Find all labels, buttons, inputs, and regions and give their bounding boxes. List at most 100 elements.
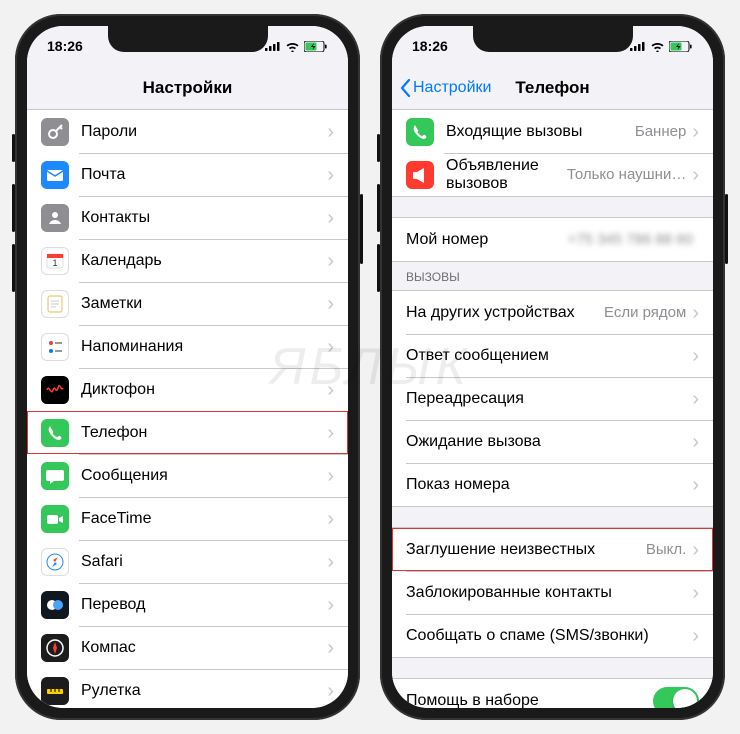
cell-диктофон[interactable]: Диктофон› <box>27 368 348 411</box>
cell-label: Напоминания <box>81 338 327 356</box>
back-button[interactable]: Настройки <box>400 79 491 97</box>
cell-label: Контакты <box>81 209 327 227</box>
chevron-right-icon: › <box>327 208 334 228</box>
cell-silence-unknown[interactable]: Заглушение неизвестных Выкл. › <box>392 528 713 571</box>
page-title: Настройки <box>143 78 233 98</box>
cell-label: FaceTime <box>81 510 327 528</box>
chevron-right-icon: › <box>327 681 334 701</box>
signal-icon <box>265 41 281 51</box>
cell-календарь[interactable]: 1 Календарь› <box>27 239 348 282</box>
cell-dial-assist[interactable]: Помощь в наборе <box>392 679 713 708</box>
chevron-right-icon: › <box>692 626 699 646</box>
status-time: 18:26 <box>47 38 83 54</box>
cell-facetime[interactable]: FaceTime› <box>27 497 348 540</box>
notch <box>473 26 633 52</box>
settings-list[interactable]: Пароли›Почта›Контакты›1Календарь›Заметки… <box>27 110 348 708</box>
cell-входящие-вызовы[interactable]: Входящие вызовыБаннер› <box>392 110 713 153</box>
message-icon <box>41 462 69 490</box>
chevron-right-icon: › <box>692 122 699 142</box>
cell-label: Заблокированные контакты <box>406 584 692 602</box>
cell-компас[interactable]: Компас› <box>27 626 348 669</box>
cell-label: Сообщать о спаме (SMS/звонки) <box>406 627 692 645</box>
cell-заблокированные-контакты[interactable]: Заблокированные контакты› <box>392 571 713 614</box>
toggle-dial-assist[interactable] <box>653 687 699 709</box>
cell-label: Заглушение неизвестных <box>406 541 646 559</box>
cell-label: Safari <box>81 553 327 571</box>
cell-ожидание-вызова[interactable]: Ожидание вызова› <box>392 420 713 463</box>
phone-settings-list[interactable]: Входящие вызовыБаннер›Объявление вызовов… <box>392 110 713 708</box>
cell-label: Календарь <box>81 252 327 270</box>
chevron-right-icon: › <box>692 303 699 323</box>
cell-label: На других устройствах <box>406 304 604 322</box>
chevron-right-icon: › <box>692 389 699 409</box>
svg-text:1: 1 <box>52 258 57 268</box>
cell-label: Мой номер <box>406 231 567 249</box>
phone-left: 18:26 Настройки Пароли›Почта›Контакты›1К… <box>15 14 360 720</box>
section-gap <box>392 657 713 679</box>
cell-label: Телефон <box>81 424 327 442</box>
cell-label: Объявление вызовов <box>446 157 567 193</box>
cell-ответ-сообщением[interactable]: Ответ сообщением› <box>392 334 713 377</box>
section-gap <box>392 506 713 528</box>
cell-на-других-устройствах[interactable]: На других устройствахЕсли рядом› <box>392 291 713 334</box>
cell-detail: Только наушни… <box>567 166 686 183</box>
cell-заметки[interactable]: Заметки› <box>27 282 348 325</box>
cell-показ-номера[interactable]: Показ номера› <box>392 463 713 506</box>
cell-объявление-вызовов[interactable]: Объявление вызововТолько наушни…› <box>392 153 713 196</box>
chevron-left-icon <box>400 79 411 97</box>
compass-icon <box>41 634 69 662</box>
cell-my-number[interactable]: Мой номер +75 345 786 88 60 <box>392 218 713 261</box>
back-label: Настройки <box>413 79 491 97</box>
wifi-icon <box>285 41 300 52</box>
cell-label: Заметки <box>81 295 327 313</box>
chevron-right-icon: › <box>692 583 699 603</box>
chevron-right-icon: › <box>327 423 334 443</box>
chevron-right-icon: › <box>692 475 699 495</box>
battery-icon <box>304 41 328 52</box>
cell-label: Пароли <box>81 123 327 141</box>
cell-detail: Баннер <box>635 123 686 140</box>
status-indicators <box>265 41 328 52</box>
translate-icon <box>41 591 69 619</box>
page-title: Телефон <box>515 78 589 98</box>
chevron-right-icon: › <box>692 540 699 560</box>
cell-рулетка[interactable]: Рулетка› <box>27 669 348 708</box>
contacts-icon <box>41 204 69 232</box>
cell-перевод[interactable]: Перевод› <box>27 583 348 626</box>
cell-контакты[interactable]: Контакты› <box>27 196 348 239</box>
chevron-right-icon: › <box>692 432 699 452</box>
notch <box>108 26 268 52</box>
chevron-right-icon: › <box>327 509 334 529</box>
cell-почта[interactable]: Почта› <box>27 153 348 196</box>
chevron-right-icon: › <box>327 294 334 314</box>
cell-пароли[interactable]: Пароли› <box>27 110 348 153</box>
cell-сообщать-о-спаме-sms-звонки-[interactable]: Сообщать о спаме (SMS/звонки)› <box>392 614 713 657</box>
cell-label: Ожидание вызова <box>406 433 692 451</box>
chevron-right-icon: › <box>327 122 334 142</box>
chevron-right-icon: › <box>327 251 334 271</box>
cell-напоминания[interactable]: Напоминания› <box>27 325 348 368</box>
cell-сообщения[interactable]: Сообщения› <box>27 454 348 497</box>
chevron-right-icon: › <box>327 595 334 615</box>
cell-label: Ответ сообщением <box>406 347 692 365</box>
chevron-right-icon: › <box>327 337 334 357</box>
cell-label: Компас <box>81 639 327 657</box>
chevron-right-icon: › <box>327 380 334 400</box>
chevron-right-icon: › <box>692 346 699 366</box>
notes-icon <box>41 290 69 318</box>
status-time: 18:26 <box>412 38 448 54</box>
nav-bar: Настройки Телефон <box>392 66 713 110</box>
reminders-icon <box>41 333 69 361</box>
cell-label: Рулетка <box>81 682 327 700</box>
cell-safari[interactable]: Safari› <box>27 540 348 583</box>
wifi-icon <box>650 41 665 52</box>
cell-переадресация[interactable]: Переадресация› <box>392 377 713 420</box>
cell-телефон[interactable]: Телефон› <box>27 411 348 454</box>
cell-label: Перевод <box>81 596 327 614</box>
key-icon <box>41 118 69 146</box>
voice-icon <box>41 376 69 404</box>
cell-label: Диктофон <box>81 381 327 399</box>
cell-detail: Выкл. <box>646 541 686 558</box>
incoming-icon <box>406 118 434 146</box>
cell-detail: +75 345 786 88 60 <box>567 231 693 248</box>
